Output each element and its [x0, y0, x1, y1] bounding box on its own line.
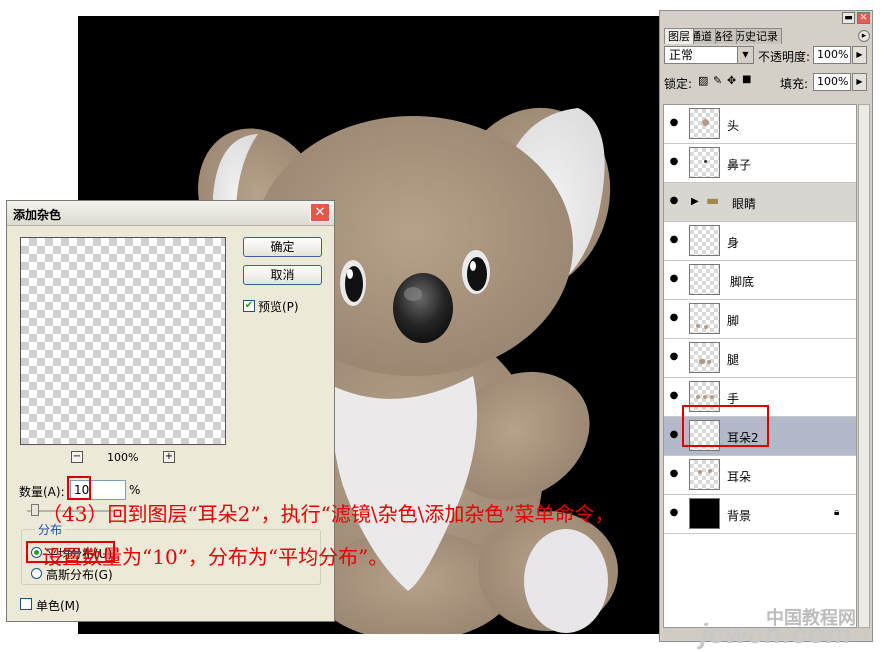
eye-icon[interactable]: ●: [667, 428, 681, 442]
ok-button[interactable]: 确定: [243, 237, 322, 257]
gaussian-radio[interactable]: [31, 568, 42, 579]
annotation-line-2: 设置数量为“10”，分布为“平均分布”。: [42, 545, 389, 569]
highlight-ear2-layer: [682, 405, 769, 447]
minimize-panel-button[interactable]: ▬: [842, 12, 855, 24]
dialog-titlebar[interactable]: 添加杂色 ✕: [7, 201, 334, 226]
zoom-level: 100%: [107, 451, 139, 464]
tab-history[interactable]: 历史记录: [730, 28, 782, 44]
layer-row-foot[interactable]: ● 脚: [664, 300, 856, 339]
layer-name: 身: [727, 236, 740, 250]
lock-move-icon[interactable]: ✥: [727, 74, 736, 87]
layer-thumbnail: [689, 303, 720, 334]
monochrome-label: 单色(M): [36, 599, 80, 613]
eye-icon[interactable]: ●: [667, 506, 681, 520]
layer-row-body[interactable]: ● 身: [664, 222, 856, 261]
panel-menu-icon[interactable]: ▸: [858, 30, 870, 42]
layer-row-head[interactable]: ● 头: [664, 105, 856, 144]
layer-thumbnail: [689, 225, 720, 256]
lock-transparency-icon[interactable]: ▨: [698, 74, 708, 87]
layer-thumbnail: [689, 498, 720, 529]
layer-row-eyes-group[interactable]: ● ▶ ▬ 眼睛: [664, 183, 856, 222]
layer-thumbnail: [689, 147, 720, 178]
highlight-amount: [67, 476, 91, 500]
zoom-in-button[interactable]: +: [163, 451, 175, 463]
layer-thumbnail: [689, 459, 720, 490]
eye-icon[interactable]: ●: [667, 311, 681, 325]
lock-brush-icon[interactable]: ✎: [713, 74, 722, 87]
layer-name: 头: [727, 119, 740, 133]
layer-list-scrollbar[interactable]: [858, 104, 870, 628]
layer-list: ● 头 ● 鼻子 ● ▶ ▬ 眼睛 ● 身 ● 脚底 ● 脚 ● 腿 ● 手 ●…: [663, 104, 857, 628]
layer-name: 脚底: [730, 275, 755, 289]
eye-icon[interactable]: ●: [667, 350, 681, 364]
eye-icon[interactable]: ●: [667, 233, 681, 247]
fill-slider-button[interactable]: ▶: [852, 73, 867, 91]
lock-icon: 🔒︎: [834, 507, 840, 518]
opacity-input[interactable]: 100%: [813, 46, 851, 64]
preview-checkbox[interactable]: ✔: [243, 300, 255, 312]
layer-name: 耳朵: [727, 470, 752, 484]
layer-row-background[interactable]: ● 背景 🔒︎: [664, 495, 856, 534]
layer-name: 眼睛: [732, 197, 757, 211]
layer-row-sole[interactable]: ● 脚底: [664, 261, 856, 300]
fill-label: 填充:: [780, 77, 809, 91]
layer-name: 背景: [727, 509, 752, 523]
eye-icon[interactable]: ●: [667, 116, 681, 130]
close-icon[interactable]: ✕: [310, 203, 330, 222]
tab-layers[interactable]: 图层: [664, 28, 694, 44]
foot-sole: [524, 529, 608, 633]
layer-thumbnail: [689, 108, 720, 139]
chevron-down-icon: ▼: [737, 47, 753, 63]
layer-row-leg[interactable]: ● 腿: [664, 339, 856, 378]
layer-name: 鼻子: [727, 158, 752, 172]
opacity-label: 不透明度:: [758, 50, 811, 64]
eye-icon[interactable]: ●: [667, 272, 681, 286]
fill-input[interactable]: 100%: [813, 73, 851, 91]
layer-thumbnail: [689, 264, 720, 295]
dialog-title: 添加杂色: [13, 208, 62, 222]
eye-icon[interactable]: ●: [667, 467, 681, 481]
lock-all-icon[interactable]: ■: [742, 74, 751, 85]
cancel-button[interactable]: 取消: [243, 265, 322, 285]
blend-mode-select[interactable]: 正常 ▼: [664, 46, 754, 64]
blend-row: 正常 ▼ 不透明度: 100% ▶: [660, 46, 872, 70]
close-panel-button[interactable]: ✕: [857, 12, 870, 24]
preview-label: 预览(P): [258, 300, 299, 314]
zoom-out-button[interactable]: −: [71, 451, 83, 463]
folder-icon: ▬: [706, 193, 720, 209]
eye-icon[interactable]: ●: [667, 155, 681, 169]
monochrome-checkbox[interactable]: [20, 598, 32, 610]
layer-thumbnail: [689, 342, 720, 373]
eye-icon[interactable]: ●: [667, 389, 681, 403]
watermark-url: jcwcn.com: [700, 618, 853, 649]
expand-triangle-icon[interactable]: ▶: [691, 196, 699, 207]
nose: [393, 273, 453, 343]
layers-panel: ▬ ✕ 历史记录 路径 通道 图层 ▸ 正常 ▼ 不透明度: 100% ▶ 锁定…: [659, 10, 873, 642]
annotation-line-1: （43）回到图层“耳朵2”，执行“滤镜\杂色\添加杂色”菜单命令，: [42, 502, 615, 526]
percent-sign: %: [129, 483, 141, 497]
lock-row: 锁定: ▨ ✎ ✥ ■ 填充: 100% ▶: [660, 73, 872, 97]
opacity-slider-button[interactable]: ▶: [852, 46, 867, 64]
filter-preview[interactable]: [20, 237, 226, 445]
lock-label: 锁定:: [664, 77, 693, 91]
blend-mode-value: 正常: [669, 48, 694, 62]
amount-slider-thumb[interactable]: [31, 504, 39, 516]
layer-name: 脚: [727, 314, 740, 328]
layer-row-ear[interactable]: ● 耳朵: [664, 456, 856, 495]
layer-row-nose[interactable]: ● 鼻子: [664, 144, 856, 183]
layer-name: 腿: [727, 353, 740, 367]
eye-icon[interactable]: ●: [667, 194, 681, 208]
